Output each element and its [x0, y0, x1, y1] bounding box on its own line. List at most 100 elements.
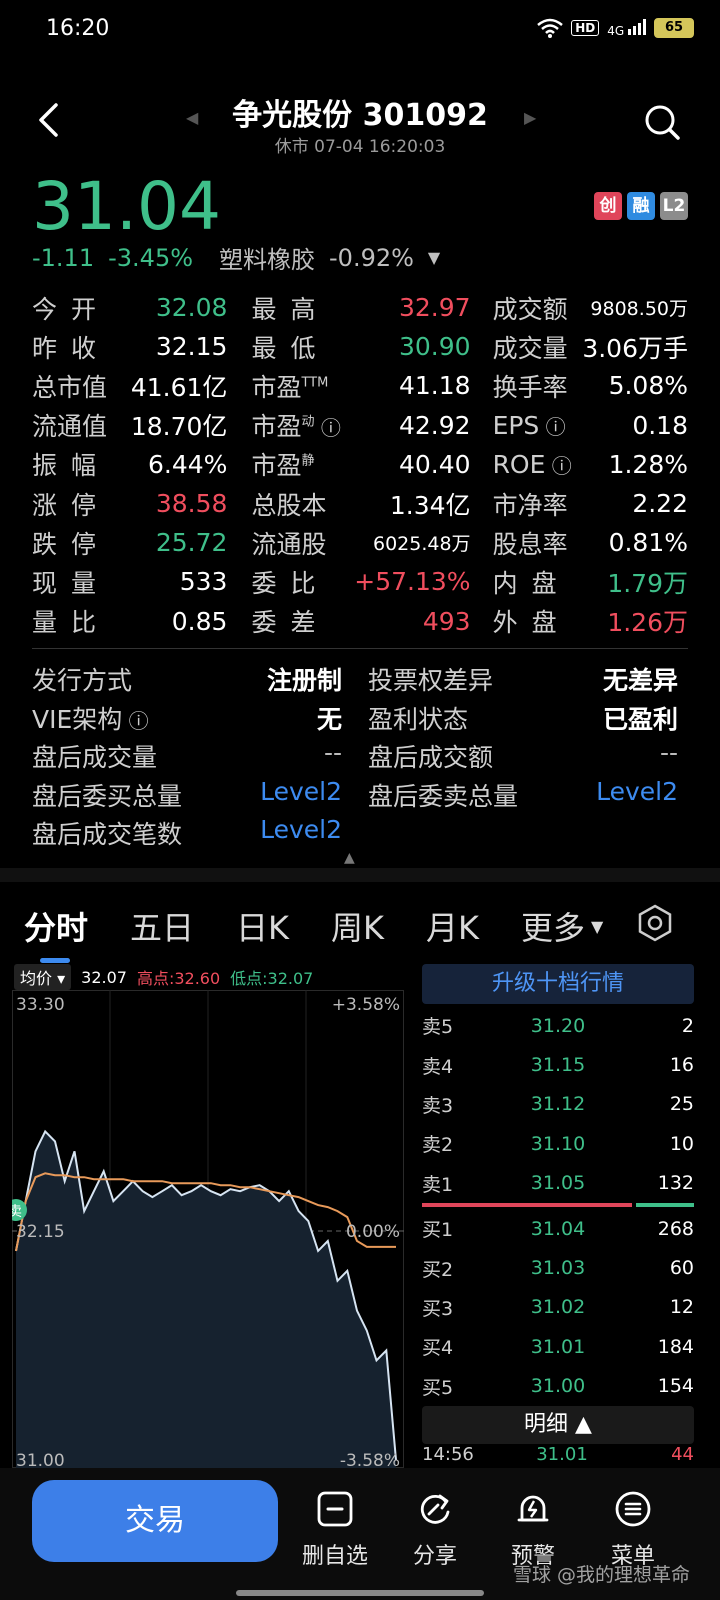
pct-top-label: +3.58%	[332, 995, 400, 1015]
stat-label-text: 市盈	[251, 412, 302, 442]
tab-five-day[interactable]: 五日	[130, 903, 194, 949]
stat-cell: 振幅 6.44%	[32, 446, 227, 482]
info-value[interactable]: Level2	[260, 777, 342, 813]
order-book-row[interactable]: 卖2 31.10 10	[422, 1124, 694, 1163]
info-cell: 盘后成交量 --	[32, 738, 342, 774]
book-qty: 16	[669, 1054, 694, 1077]
order-book-row[interactable]: 卖5 31.20 2	[422, 1006, 694, 1045]
margin-tag[interactable]: 融	[627, 192, 655, 220]
stats-row: 总市值 41.61亿 市盈TTM 41.18 换手率 5.08%	[32, 366, 688, 405]
stat-label-text: 总市值	[32, 372, 108, 402]
trade-qty: 44	[671, 1444, 694, 1465]
info-value[interactable]: Level2	[596, 777, 678, 813]
info-icon[interactable]: ⓘ	[545, 454, 572, 478]
book-level: 买3	[422, 1297, 454, 1320]
info-icon[interactable]: ⓘ	[539, 415, 566, 439]
order-book-row[interactable]: 买2 31.03 60	[422, 1248, 694, 1287]
info-cell: 发行方式 注册制	[32, 661, 342, 697]
order-book-row[interactable]: 买4 31.01 184	[422, 1327, 694, 1366]
stat-label-text: 最低	[251, 333, 330, 363]
info-key: 盘后成交额	[368, 738, 493, 774]
home-indicator[interactable]	[236, 1590, 484, 1596]
tab-daily-k[interactable]: 日K	[236, 903, 289, 949]
alert-button[interactable]: 预警	[488, 1490, 578, 1570]
order-book-row[interactable]: 买5 31.00 154	[422, 1367, 694, 1406]
remove-watchlist-button[interactable]: 删自选	[290, 1490, 380, 1570]
stat-label: 市盈TTM	[251, 368, 328, 404]
chart-header: 均价 ▾ 32.07 高点:32.60 低点:32.07	[14, 964, 406, 990]
detail-button[interactable]: 明细 ▲	[422, 1406, 694, 1444]
stat-label-text: 昨收	[32, 333, 111, 363]
trade-button[interactable]: 交易	[32, 1480, 278, 1562]
sector-name[interactable]: 塑料橡胶	[219, 240, 315, 275]
high-point: 高点:32.60	[136, 969, 221, 988]
stat-label-text: 涨停	[32, 490, 111, 520]
info-value: 无差异	[602, 666, 678, 696]
collapse-arrow-icon[interactable]: ▲	[344, 850, 355, 866]
tab-monthly-k[interactable]: 月K	[426, 903, 479, 949]
book-qty: 154	[657, 1375, 694, 1398]
info-grid: 发行方式 注册制 投票权差异 无差异 VIE架构 ⓘ 无盈利状态 已盈利 盘后成交量 -- 盘后成…	[32, 660, 688, 853]
stat-value: 6025.48万	[372, 533, 471, 556]
stat-label: 流通股	[251, 525, 326, 561]
stats-row: 现量 533 委比 +57.13% 内盘 1.79万	[32, 562, 688, 601]
stat-label-text: 量比	[32, 608, 111, 638]
chinext-tag[interactable]: 创	[594, 192, 622, 220]
info-value[interactable]: Level2	[260, 815, 342, 851]
order-book-row[interactable]: 卖4 31.15 16	[422, 1045, 694, 1084]
tab-weekly-k[interactable]: 周K	[331, 903, 384, 949]
stat-cell: 股息率 0.81%	[493, 525, 688, 561]
order-book-row[interactable]: 买3 31.02 12	[422, 1288, 694, 1327]
settings-icon[interactable]	[636, 904, 674, 942]
upgrade-level10-button[interactable]: 升级十档行情	[422, 964, 694, 1004]
watermark: 雪球 @我的理想革命	[512, 1564, 690, 1586]
stats-row: 跌停 25.72 流通股 6025.48万 股息率 0.81%	[32, 523, 688, 562]
intraday-chart[interactable]: 33.30 32.15 31.00 +3.58% 0.00% -3.58% 卖	[12, 990, 404, 1468]
stat-label: 委差	[251, 603, 329, 639]
info-value: --	[323, 738, 342, 768]
search-icon[interactable]	[642, 102, 682, 142]
book-price: 31.04	[530, 1217, 586, 1240]
stat-label-text: 内盘	[492, 568, 571, 598]
stats-row: 昨收 32.15 最低 30.90 成交量 3.06万手	[32, 327, 688, 366]
share-button[interactable]: 分享	[390, 1490, 480, 1570]
stat-value: 30.90	[398, 332, 471, 362]
stats-row: 今开 32.08 最高 32.97 成交额 9808.50万	[32, 288, 688, 327]
stat-label: 最低	[251, 329, 329, 365]
pct-bottom-label: -3.58%	[340, 1451, 400, 1468]
sector-dropdown-icon[interactable]: ▼	[428, 248, 440, 267]
wifi-icon	[537, 18, 564, 38]
status-icons: HD 4G 65	[537, 18, 694, 38]
battery-icon: 65	[654, 18, 694, 38]
info-value: --	[659, 738, 678, 768]
stat-value: 3.06万手	[582, 333, 688, 363]
stat-label-text: 委比	[251, 568, 330, 598]
status-time: 16:20	[46, 16, 110, 41]
info-value: 无	[316, 704, 342, 734]
stat-label: 市盈静	[251, 446, 314, 482]
order-book-row[interactable]: 买1 31.04 268	[422, 1209, 694, 1248]
stat-label: 换手率	[493, 368, 568, 404]
sector-change-pct[interactable]: -0.92%	[329, 244, 414, 272]
avg-selector[interactable]: 均价 ▾	[14, 964, 72, 990]
book-price: 31.01	[530, 1335, 586, 1358]
level2-tag[interactable]: L2	[660, 192, 688, 220]
stat-cell: 流通股 6025.48万	[251, 525, 470, 561]
stat-label: 振幅	[32, 446, 110, 482]
stat-label-text: 成交额	[492, 294, 568, 324]
stat-label: 内盘	[493, 564, 571, 600]
book-qty: 60	[669, 1257, 694, 1280]
tab-more[interactable]: 更多 ▼	[521, 903, 603, 949]
order-book-row[interactable]: 卖3 31.12 25	[422, 1085, 694, 1124]
stat-value: +57.13%	[354, 567, 471, 597]
stat-label-text: 跌停	[32, 529, 111, 559]
info-icon[interactable]: ⓘ	[314, 416, 341, 440]
stat-label: 流通值	[32, 407, 107, 443]
order-book-row[interactable]: 卖1 31.05 132	[422, 1164, 694, 1203]
menu-button[interactable]: 菜单	[588, 1490, 678, 1570]
trade-time: 14:56	[422, 1444, 474, 1465]
next-stock-icon[interactable]: ▶	[524, 108, 536, 127]
stat-cell: 外盘 1.26万	[493, 603, 688, 639]
info-icon[interactable]: ⓘ	[122, 709, 149, 733]
tab-intraday[interactable]: 分时	[24, 903, 88, 963]
